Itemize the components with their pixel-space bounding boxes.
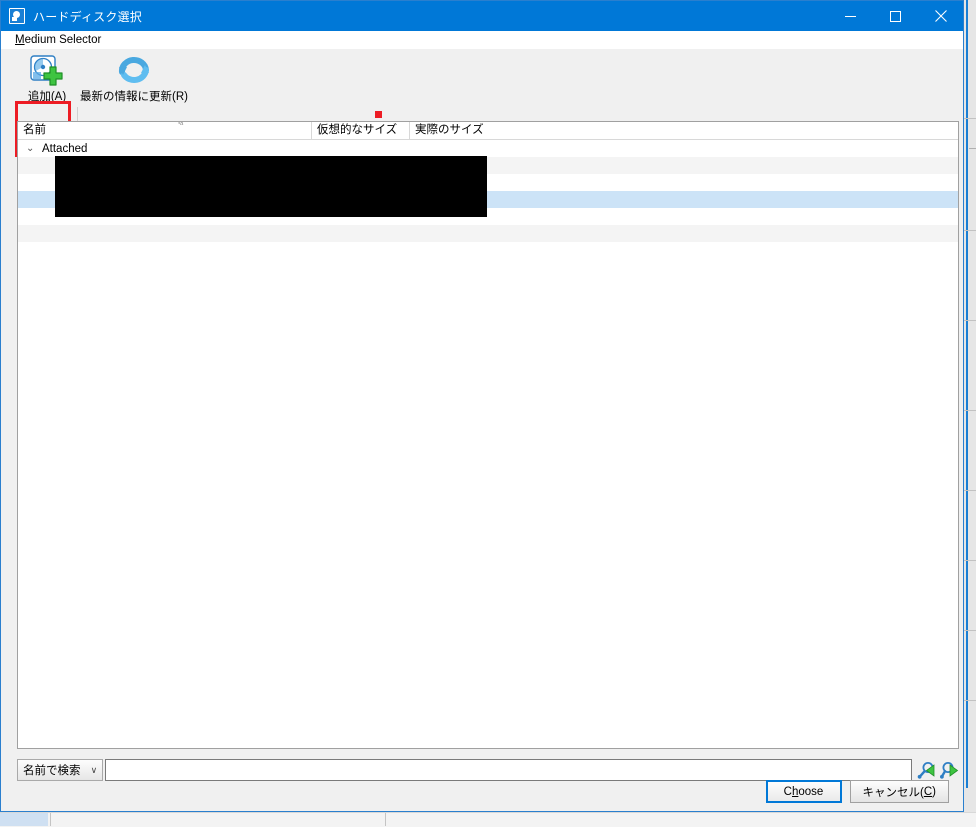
- background-right-panel: [962, 0, 976, 826]
- background-rule: [962, 230, 976, 231]
- redacted-content-overlay: [55, 156, 487, 217]
- search-mode-dropdown[interactable]: 名前で検索 ∨: [17, 759, 104, 781]
- title-bar[interactable]: ハードディスク選択: [1, 1, 963, 31]
- background-rule: [962, 490, 976, 491]
- background-column-divider: [50, 813, 51, 826]
- cancel-button[interactable]: キャンセル(C): [849, 780, 949, 803]
- list-body: ⌄ Attached: [18, 140, 958, 242]
- menu-item-medium-selector[interactable]: Medium Selector: [15, 34, 101, 46]
- window-title: ハードディスク選択: [33, 9, 142, 24]
- background-rule: [962, 560, 976, 561]
- close-icon[interactable]: [918, 1, 963, 31]
- add-button[interactable]: 追加(A): [18, 51, 76, 105]
- cancel-label-prefix: キャンセル(: [862, 786, 924, 799]
- background-bottom-selected-cell: [0, 813, 48, 826]
- red-annotation-marker: [375, 111, 382, 118]
- dialog-button-row: Ch oose キャンセル(C): [765, 780, 949, 803]
- background-rule: [962, 320, 976, 321]
- menu-bar: Medium Selector: [1, 31, 963, 49]
- column-header-name[interactable]: 名前 ⱏ: [18, 122, 311, 139]
- hard-disk-selector-dialog: ハードディスク選択 Medium Selector 追加(A) 最新の情報に更新…: [0, 0, 964, 812]
- table-row[interactable]: [18, 225, 958, 242]
- refresh-button-label: 最新の情報に更新(R): [80, 91, 188, 103]
- search-navigation: [917, 761, 959, 780]
- menu-label-rest: edium Selector: [24, 34, 102, 46]
- menu-accel-key: M: [15, 34, 25, 46]
- harddisk-add-icon: [30, 54, 64, 86]
- harddisk-icon: [9, 8, 25, 24]
- chevron-down-icon: ∨: [90, 764, 98, 775]
- window-controls: [828, 1, 963, 31]
- background-rule: [962, 118, 976, 119]
- search-mode-label: 名前で検索: [23, 765, 81, 777]
- cancel-accel-key: C: [923, 785, 933, 798]
- background-rule: [962, 410, 976, 411]
- tree-group-label: Attached: [42, 142, 88, 155]
- background-bottom-row: [0, 812, 976, 827]
- column-header-name-label: 名前: [23, 124, 46, 136]
- search-input[interactable]: [105, 759, 912, 781]
- refresh-button[interactable]: 最新の情報に更新(R): [76, 51, 192, 105]
- media-list-view[interactable]: 名前 ⱏ 仮想的なサイズ 実際のサイズ ⌄ Attached: [17, 121, 959, 749]
- background-column-divider: [385, 813, 386, 826]
- choose-label-suffix: oose: [798, 785, 824, 798]
- search-previous-icon[interactable]: [917, 761, 936, 780]
- search-next-icon[interactable]: [940, 761, 959, 780]
- choose-button[interactable]: Ch oose: [765, 780, 842, 803]
- maximize-icon[interactable]: [873, 1, 918, 31]
- column-header-virtual-size[interactable]: 仮想的なサイズ: [311, 122, 409, 139]
- search-bar: 名前で検索 ∨: [17, 759, 959, 781]
- add-button-label: 追加(A): [27, 91, 67, 103]
- background-rule: [962, 700, 976, 701]
- toolbar: 追加(A) 最新の情報に更新(R): [1, 49, 963, 157]
- chevron-down-icon[interactable]: ⌄: [26, 143, 40, 154]
- sort-ascending-icon: ⱏ: [178, 121, 184, 130]
- choose-label-prefix: C: [783, 785, 792, 798]
- minimize-icon[interactable]: [828, 1, 873, 31]
- column-header-actual-size[interactable]: 実際のサイズ: [409, 122, 958, 139]
- background-tick: [969, 148, 976, 149]
- cancel-label-suffix: ): [932, 785, 936, 798]
- background-rule: [962, 630, 976, 631]
- list-header: 名前 ⱏ 仮想的なサイズ 実際のサイズ: [18, 122, 958, 140]
- tree-group-attached[interactable]: ⌄ Attached: [18, 140, 958, 157]
- refresh-icon: [117, 54, 151, 86]
